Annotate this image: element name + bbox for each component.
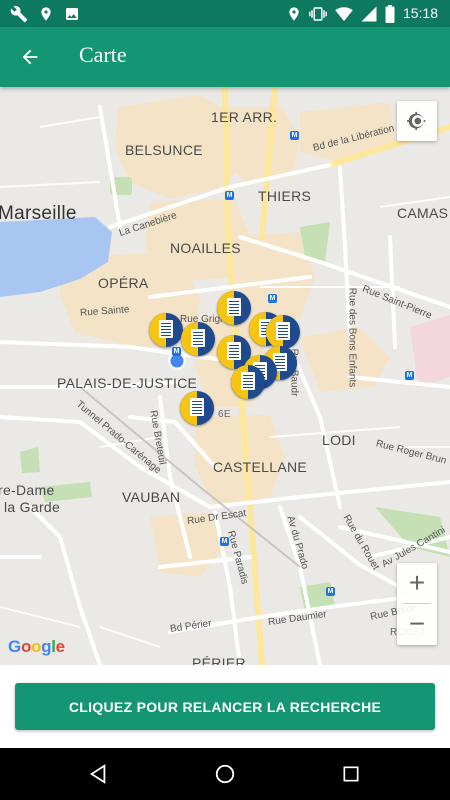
metro-stop-icon: M [290, 131, 299, 140]
recents-square-icon [343, 766, 359, 782]
back-triangle-icon [89, 764, 106, 784]
google-logo: Google [8, 637, 65, 656]
district-label: CAMAS [397, 205, 449, 221]
home-circle-icon [215, 764, 235, 784]
zoom-out-button[interactable]: − [397, 604, 437, 644]
street-label: Rue des Bons Enfants [346, 287, 358, 388]
signal-icon [361, 6, 377, 22]
metro-stop-icon: M [326, 587, 335, 596]
metro-stop-icon: M [220, 537, 229, 546]
city-label: Marseille [0, 203, 77, 224]
metro-stop-icon: M [268, 294, 277, 303]
back-button[interactable] [8, 35, 52, 79]
nav-back-button[interactable] [84, 760, 112, 788]
district-label: BELSUNCE [125, 142, 203, 158]
metro-stop-icon: M [405, 371, 414, 380]
wifi-icon [335, 7, 353, 22]
my-location-button[interactable] [397, 101, 437, 141]
district-label: 6E [218, 409, 231, 420]
metro-stop-icon: M [225, 191, 234, 200]
app-bar: Carte [0, 27, 450, 87]
district-label: PÉRIER [192, 655, 246, 665]
district-label: NOAILLES [170, 240, 241, 256]
map-marker[interactable] [181, 322, 215, 356]
search-area: CLIQUEZ POUR RELANCER LA RECHERCHE [0, 665, 450, 748]
landmark-label: la Garde [4, 499, 61, 515]
map-view[interactable]: 1ER ARR. BELSUNCE THIERS CAMAS NOAILLES … [0, 87, 450, 665]
arrow-back-icon [22, 49, 38, 65]
district-label: OPÉRA [98, 275, 149, 291]
nav-home-button[interactable] [211, 760, 239, 788]
metro-stop-icon: M [172, 347, 181, 356]
district-label: 1ER ARR. [211, 109, 278, 125]
nav-recents-button[interactable] [337, 760, 365, 788]
zoom-in-button[interactable]: + [397, 563, 437, 603]
status-time: 15:18 [402, 5, 438, 21]
landmark-label: re-Dame [0, 482, 55, 498]
status-bar: 15:18 [0, 0, 450, 27]
district-label: LODI [322, 432, 356, 448]
map-marker[interactable] [231, 365, 265, 399]
location-pin-icon [41, 7, 51, 21]
vibrate-icon [309, 7, 327, 21]
image-icon [66, 8, 78, 20]
battery-icon [385, 5, 395, 23]
page-title: Carte [79, 42, 127, 67]
crosshair-icon [407, 111, 426, 131]
map-marker[interactable] [266, 315, 300, 349]
district-label: CASTELLANE [213, 459, 308, 475]
map-marker[interactable] [149, 313, 183, 347]
map-marker[interactable] [180, 391, 214, 425]
zoom-controls: + − [397, 563, 437, 645]
navigation-bar [0, 748, 450, 800]
district-label: THIERS [258, 188, 312, 204]
location-pin-icon [289, 7, 299, 21]
wrench-icon [10, 5, 28, 23]
district-label: VAUBAN [122, 489, 181, 505]
relaunch-search-button[interactable]: CLIQUEZ POUR RELANCER LA RECHERCHE [15, 683, 435, 730]
district-label: PALAIS-DE-JUSTICE [57, 375, 198, 391]
map-marker[interactable] [217, 291, 251, 325]
